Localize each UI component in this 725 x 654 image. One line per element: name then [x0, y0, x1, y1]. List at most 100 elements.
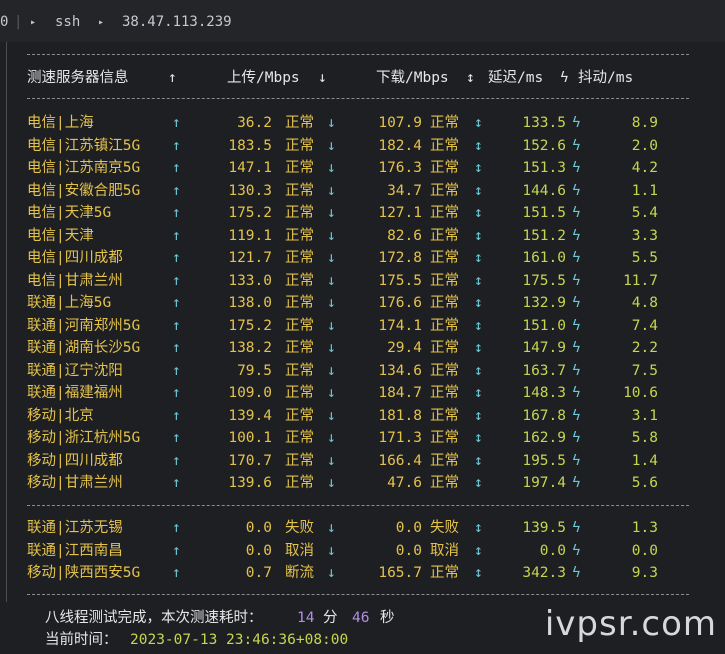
gutter-line: [6, 42, 7, 602]
upload-status: 正常: [285, 407, 314, 424]
updown-arrow-icon: ↕: [474, 475, 483, 491]
server-name: 移动|四川成都: [27, 452, 123, 469]
bolt-icon: ϟ: [572, 250, 581, 266]
server-name: 联通|辽宁沈阳: [27, 362, 123, 379]
upload-value: 36.2: [237, 115, 272, 131]
up-arrow-icon: ↑: [172, 542, 181, 559]
down-arrow-icon: ↓: [327, 565, 336, 581]
jitter-value: 4.2: [631, 160, 658, 176]
bolt-icon: ϟ: [572, 407, 581, 424]
server-name: 电信|安徽合肥5G: [27, 182, 141, 199]
upload-value: 119.1: [228, 227, 272, 244]
latency-value: 144.6: [522, 182, 566, 199]
server-name: 移动|北京: [27, 407, 94, 424]
updown-arrow-icon: ↕: [474, 115, 483, 131]
upload-value: 183.5: [228, 137, 272, 154]
download-status: 正常: [430, 385, 459, 401]
upload-value: 175.2: [228, 317, 272, 334]
down-arrow-icon: ↓: [327, 295, 336, 311]
upload-status: 正常: [285, 430, 314, 446]
download-value: 184.7: [378, 385, 422, 401]
up-arrow-icon: ↑: [172, 475, 181, 491]
summary-min-unit: 分: [323, 610, 338, 626]
bolt-icon: ϟ: [560, 70, 569, 86]
upload-value: 0.0: [245, 520, 272, 536]
latency-value: 0.0: [539, 542, 566, 559]
bolt-icon: ϟ: [572, 340, 581, 356]
upload-status: 正常: [285, 227, 314, 244]
updown-arrow-icon: ↕: [474, 250, 483, 266]
download-value: 134.6: [378, 362, 422, 379]
upload-value: 121.7: [228, 250, 272, 266]
download-value: 82.6: [387, 227, 422, 244]
breadcrumb-host[interactable]: 38.47.113.239: [122, 14, 232, 30]
up-arrow-icon: ↑: [172, 430, 181, 446]
jitter-value: 7.5: [631, 362, 658, 379]
bolt-icon: ϟ: [572, 362, 581, 379]
upload-status: 正常: [285, 317, 314, 334]
download-status: 正常: [430, 362, 459, 379]
down-arrow-icon: ↓: [327, 137, 336, 154]
up-arrow-icon: ↑: [172, 295, 181, 311]
upload-status: 正常: [285, 205, 314, 221]
download-value: 29.4: [387, 340, 422, 356]
upload-value: 147.1: [228, 160, 272, 176]
server-name: 电信|甘肃兰州: [27, 272, 123, 289]
upload-status: 正常: [285, 340, 314, 356]
summary-seconds: 46: [352, 610, 370, 626]
time-value: 2023-07-13 23:46:36+08:00: [130, 632, 349, 648]
down-arrow-icon: ↓: [327, 115, 336, 131]
upload-value: 138.2: [228, 340, 272, 356]
summary-sec-unit: 秒: [380, 610, 395, 626]
latency-value: 151.5: [522, 205, 566, 221]
download-value: 182.4: [378, 137, 422, 154]
down-arrow-icon: ↓: [327, 542, 336, 559]
down-arrow-icon: ↓: [327, 205, 336, 221]
latency-value: 163.7: [522, 362, 566, 379]
up-arrow-icon: ↑: [172, 227, 181, 244]
bolt-icon: ϟ: [572, 542, 581, 559]
breadcrumb-ssh[interactable]: ssh: [55, 14, 80, 30]
upload-value: 133.0: [228, 272, 272, 289]
upload-status: 正常: [285, 362, 314, 379]
download-status: 正常: [430, 160, 459, 176]
jitter-value: 9.3: [631, 565, 658, 581]
down-arrow-icon: ↓: [327, 182, 336, 199]
upload-status: 正常: [285, 250, 314, 266]
jitter-value: 10.6: [623, 385, 658, 401]
download-value: 166.4: [378, 452, 422, 469]
bolt-icon: ϟ: [572, 205, 581, 221]
latency-value: 133.5: [522, 115, 566, 131]
latency-value: 148.3: [522, 385, 566, 401]
up-arrow-icon: ↑: [172, 407, 181, 424]
jitter-value: 5.8: [631, 430, 658, 446]
updown-arrow-icon: ↕: [474, 362, 483, 379]
down-arrow-icon: ↓: [327, 430, 336, 446]
upload-status: 正常: [285, 115, 314, 131]
up-arrow-icon: ↑: [172, 362, 181, 379]
upload-status: 正常: [285, 385, 314, 401]
server-name: 联通|河南郑州5G: [27, 317, 141, 334]
download-status: 正常: [430, 452, 459, 469]
separator-failed: [27, 505, 689, 507]
jitter-value: 11.7: [623, 272, 658, 289]
updown-arrow-icon: ↕: [474, 295, 483, 311]
latency-value: 195.5: [522, 452, 566, 469]
download-value: 0.0: [395, 542, 422, 559]
server-name: 移动|陕西西安5G: [27, 565, 141, 581]
jitter-value: 0.0: [631, 542, 658, 559]
upload-value: 139.6: [228, 475, 272, 491]
latency-value: 162.9: [522, 430, 566, 446]
up-arrow-icon: ↑: [172, 340, 181, 356]
down-arrow-icon: ↓: [327, 475, 336, 491]
download-value: 47.6: [387, 475, 422, 491]
jitter-value: 7.4: [631, 317, 658, 334]
latency-value: 197.4: [522, 475, 566, 491]
latency-value: 151.3: [522, 160, 566, 176]
upload-status: 正常: [285, 295, 314, 311]
download-status: 正常: [430, 205, 459, 221]
server-name: 联通|上海5G: [27, 295, 112, 311]
server-name: 电信|天津: [27, 227, 94, 244]
jitter-value: 1.3: [631, 520, 658, 536]
header-upload: 上传/Mbps: [227, 70, 300, 86]
